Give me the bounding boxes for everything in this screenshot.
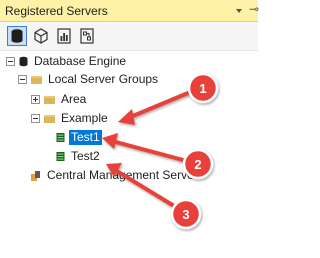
- annotation-overlay: 1 2 3: [102, 72, 219, 230]
- callout-badge-2: 2: [182, 148, 214, 180]
- callout-arrow-3: [106, 163, 176, 208]
- callout-badge-3: 3: [170, 198, 202, 230]
- callout-number-2: 2: [194, 157, 201, 172]
- callout-arrow-1: [118, 91, 190, 125]
- callout-number-1: 1: [199, 81, 206, 96]
- callout-badge-1: 1: [187, 72, 219, 104]
- callout-arrow-2: [102, 133, 185, 162]
- callout-number-3: 3: [182, 207, 189, 222]
